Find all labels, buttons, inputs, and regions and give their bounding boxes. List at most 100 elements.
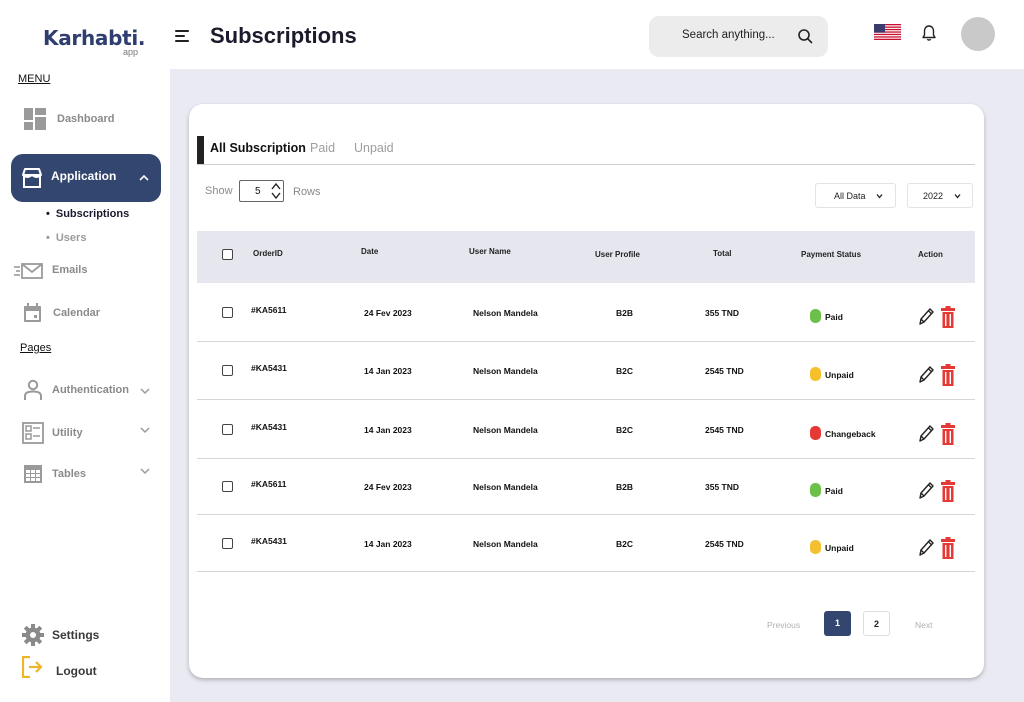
cell-payment-status: Changeback (825, 429, 876, 439)
table-row: #KA5611 24 Fev 2023 Nelson Mandela B2B 355 T… (197, 283, 975, 342)
cell-user-name: Nelson Mandela (473, 425, 538, 435)
search-input[interactable]: Search anything... (682, 29, 775, 41)
data-filter-select[interactable]: All Data (815, 183, 896, 208)
sidebar-label-calendar: Calendar (53, 307, 101, 319)
sidebar-label-authentication: Authentication (52, 384, 129, 396)
column-header-user-profile: User Profile (595, 250, 640, 259)
page-1-button[interactable]: 1 (824, 611, 851, 636)
delete-trash-icon[interactable] (941, 537, 955, 559)
menu-section-label: MENU (18, 73, 51, 85)
store-icon (22, 168, 42, 188)
status-indicator (810, 540, 821, 554)
cell-payment-status: Paid (825, 486, 843, 496)
hamburger-menu-icon[interactable] (175, 29, 190, 43)
cell-date: 24 Fev 2023 (364, 308, 412, 318)
sidebar-item-logout[interactable]: Logout (0, 655, 170, 685)
delete-trash-icon[interactable] (941, 423, 955, 445)
chevron-down-icon[interactable] (140, 387, 150, 395)
next-page-button[interactable]: Next (915, 620, 932, 630)
delete-trash-icon[interactable] (941, 480, 955, 502)
rows-label: Rows (293, 186, 321, 198)
tab-paid[interactable]: Paid (310, 141, 335, 155)
stepper-arrows-icon[interactable] (271, 182, 281, 200)
sidebar-item-authentication[interactable]: Authentication (0, 375, 170, 405)
search-bar[interactable]: Search anything... (649, 16, 828, 57)
edit-pencil-icon[interactable] (917, 307, 935, 327)
show-label: Show (205, 185, 233, 197)
column-header-date: Date (361, 247, 379, 256)
column-header-total: Total (713, 249, 732, 258)
row-checkbox[interactable] (222, 424, 233, 435)
sidebar-label-dashboard: Dashboard (57, 113, 115, 125)
email-icon (14, 263, 43, 279)
sidebar-item-settings[interactable]: Settings (0, 620, 170, 650)
row-checkbox[interactable] (222, 481, 233, 492)
notification-bell-icon[interactable] (921, 24, 937, 42)
user-avatar[interactable] (961, 17, 995, 51)
edit-pencil-icon[interactable] (917, 481, 935, 501)
rows-stepper[interactable]: 5 (239, 180, 284, 202)
sidebar-item-emails[interactable]: Emails (0, 255, 170, 285)
search-icon[interactable] (797, 28, 813, 44)
cell-user-name: Nelson Mandela (473, 366, 538, 376)
tab-all-subscription[interactable]: All Subscription (210, 141, 306, 155)
main-content: All Subscription Paid Unpaid Show 5 Rows… (170, 69, 1024, 702)
table-icon (24, 465, 42, 483)
page-2-button[interactable]: 2 (863, 611, 890, 636)
page-title: Subscriptions (210, 23, 357, 48)
chevron-down-icon[interactable] (140, 426, 150, 434)
sidebar-subitem-users[interactable]: Users (46, 232, 87, 244)
table-row: #KA5431 14 Jan 2023 Nelson Mandela B2C 2545 … (197, 515, 975, 572)
cell-total: 2545 TND (705, 366, 744, 376)
cell-user-profile: B2C (616, 425, 634, 435)
column-header-username: User Name (469, 247, 511, 256)
pages-section-label: Pages (20, 342, 52, 354)
utility-icon (22, 422, 44, 444)
cell-order-id: #KA5431 (251, 363, 287, 373)
us-flag-icon[interactable] (874, 24, 901, 40)
sidebar-item-dashboard[interactable]: Dashboard (0, 104, 170, 134)
active-tab-marker (197, 136, 204, 164)
sidebar-item-tables[interactable]: Tables (0, 459, 170, 489)
cell-user-name: Nelson Mandela (473, 482, 538, 492)
tabs-divider (197, 164, 975, 165)
column-header-action: Action (918, 250, 943, 259)
cell-date: 24 Fev 2023 (364, 482, 412, 492)
tab-unpaid[interactable]: Unpaid (354, 141, 394, 155)
sidebar-subitem-subscriptions[interactable]: Subscriptions (46, 208, 129, 220)
column-header-payment-status: Payment Status (801, 250, 862, 259)
user-icon (24, 379, 42, 400)
dashboard-icon (24, 108, 46, 130)
cell-payment-status: Paid (825, 312, 843, 322)
sidebar-item-calendar[interactable]: Calendar (0, 298, 170, 328)
table-row: #KA5431 14 Jan 2023 Nelson Mandela B2C 2545 … (197, 400, 975, 459)
select-all-checkbox[interactable] (222, 249, 233, 260)
cell-order-id: #KA5431 (251, 536, 287, 546)
previous-page-button[interactable]: Previous (767, 620, 800, 630)
chevron-down-icon (876, 194, 883, 199)
chevron-up-icon[interactable] (139, 174, 149, 182)
cell-user-profile: B2C (616, 539, 634, 549)
edit-pencil-icon[interactable] (917, 424, 935, 444)
cell-date: 14 Jan 2023 (364, 425, 412, 435)
cell-user-profile: B2B (616, 308, 634, 318)
row-checkbox[interactable] (222, 538, 233, 549)
sidebar-label-emails: Emails (52, 264, 88, 276)
cell-date: 14 Jan 2023 (364, 539, 412, 549)
cell-total: 2545 TND (705, 539, 744, 549)
table-row: #KA5431 14 Jan 2023 Nelson Mandela B2C 2545 … (197, 342, 975, 400)
edit-pencil-icon[interactable] (917, 538, 935, 558)
row-checkbox[interactable] (222, 307, 233, 318)
sidebar-item-application[interactable]: Application (11, 154, 161, 202)
cell-total: 355 TND (705, 482, 740, 492)
year-select[interactable]: 2022 (907, 183, 973, 208)
chevron-down-icon[interactable] (140, 467, 150, 475)
row-checkbox[interactable] (222, 365, 233, 376)
cell-order-id: #KA5611 (251, 305, 287, 315)
cell-order-id: #KA5611 (251, 479, 287, 489)
delete-trash-icon[interactable] (941, 364, 955, 386)
top-bar: Karhabti. app Subscriptions Search anyth… (0, 0, 1024, 69)
delete-trash-icon[interactable] (941, 306, 955, 328)
sidebar-item-utility[interactable]: Utility (0, 418, 170, 448)
edit-pencil-icon[interactable] (917, 365, 935, 385)
